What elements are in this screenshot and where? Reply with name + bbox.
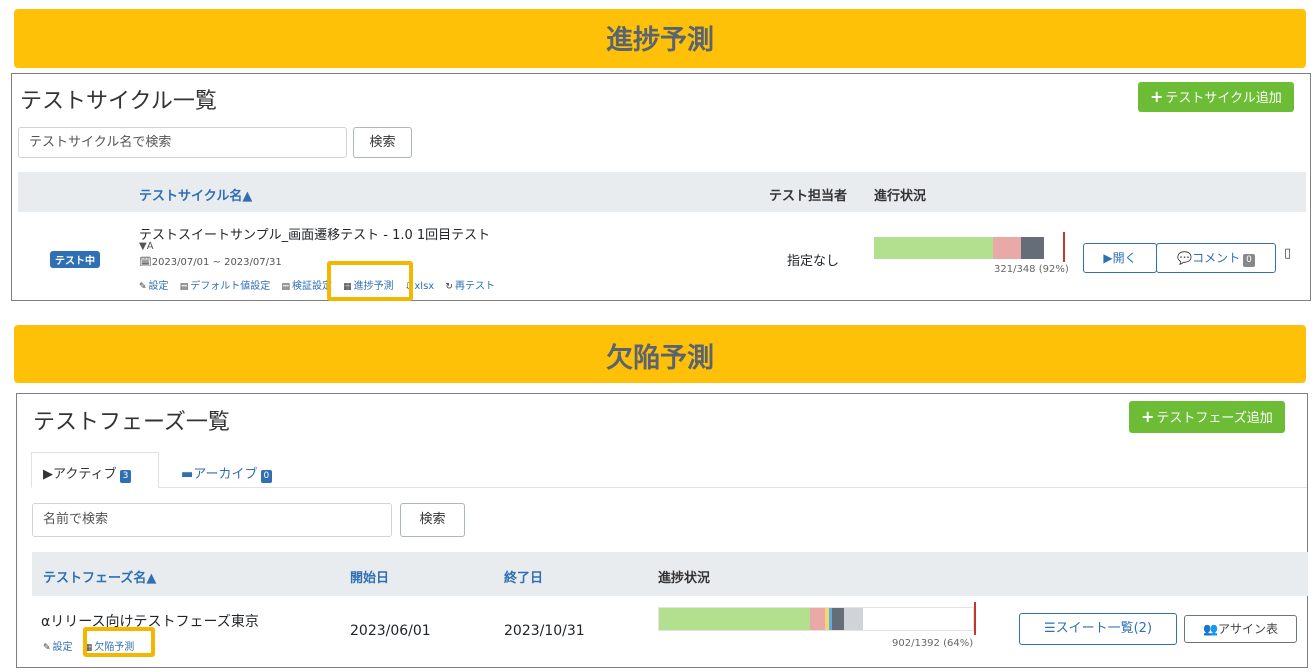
- play-icon: ▶: [43, 467, 53, 482]
- list-icon: ☰: [1043, 621, 1056, 636]
- tag: ▼A: [139, 241, 154, 252]
- page-title: テストフェーズ一覧: [33, 410, 230, 435]
- end-date: 2023/10/31: [504, 623, 585, 639]
- file-icon: ▤: [179, 282, 189, 292]
- plus-icon: +: [1141, 407, 1155, 426]
- retest-link[interactable]: 再テスト: [455, 281, 495, 292]
- xlsx-link[interactable]: xlsx: [414, 281, 434, 292]
- filter-icon: ▼: [139, 241, 147, 252]
- column-header-status: 進行状況: [874, 189, 927, 204]
- progress-deadline-marker: [974, 602, 976, 635]
- clipboard-icon[interactable]: ▯: [1284, 246, 1291, 261]
- tab-active[interactable]: ▶アクティブ 3: [43, 463, 132, 483]
- owner: 指定なし: [787, 254, 840, 269]
- progress-forecast-highlight: [327, 261, 413, 301]
- tab-divider: [31, 487, 1307, 488]
- progress-segment-blocked: [831, 608, 845, 630]
- redo-icon: ↻: [445, 282, 453, 292]
- progress-deadline-marker: [1063, 232, 1065, 262]
- test-phase-panel: テストフェーズ一覧 + テストフェーズ追加 ▶アクティブ 3 ▬アーカイブ 0 名前で…: [16, 393, 1308, 668]
- default-settings-link[interactable]: デフォルト値設定: [190, 281, 270, 292]
- column-header-cycle-name[interactable]: テストサイクル名▲: [139, 185, 252, 204]
- progress-forecast-banner: 進捗予測: [14, 9, 1306, 68]
- progress-label: 902/1392 (64%): [892, 638, 974, 649]
- add-test-cycle-button[interactable]: + テストサイクル追加: [1138, 82, 1294, 112]
- settings-link[interactable]: 設定: [53, 642, 73, 653]
- comment-icon: 💬: [1177, 251, 1193, 265]
- open-button[interactable]: ▶開く: [1083, 243, 1157, 273]
- column-header-phase-name[interactable]: テストフェーズ名▲: [43, 567, 156, 586]
- column-header-progress: 進捗状況: [658, 571, 711, 586]
- page-title: テストサイクル一覧: [20, 89, 217, 114]
- pencil-icon: ✎: [43, 643, 51, 653]
- active-count: 3: [119, 470, 132, 483]
- archive-icon: ▬: [181, 467, 194, 482]
- plus-icon: +: [1150, 87, 1164, 106]
- progress-segment-blocked: [1021, 237, 1045, 259]
- column-header-owner: テスト担当者: [769, 189, 848, 204]
- progress-segment-fail: [809, 608, 826, 630]
- verification-settings-link[interactable]: 検証設定: [292, 281, 332, 292]
- pencil-icon: ✎: [139, 282, 147, 292]
- test-cycle-panel: テストサイクル一覧 + テストサイクル追加 テストサイクル名で検索 検索 テストサ…: [11, 73, 1311, 301]
- cycle-actions: ✎ 設定 ▤ デフォルト値設定 ▤ 検証設定 ▦ 進捗予測 ⇩ xlsx ↻ 再テスト: [139, 277, 503, 292]
- progress-bar: [658, 607, 974, 631]
- defect-forecast-highlight: [83, 627, 155, 657]
- defect-forecast-banner: 欠陥予測: [14, 325, 1306, 383]
- status-badge: テスト中: [50, 251, 100, 268]
- play-icon: ▶: [1103, 251, 1113, 265]
- calendar-icon: 🗓: [139, 257, 152, 268]
- settings-link[interactable]: 設定: [149, 281, 169, 292]
- comment-button[interactable]: 💬コメント 0: [1156, 243, 1276, 273]
- search-input[interactable]: 名前で検索: [32, 503, 392, 537]
- search-button[interactable]: 検索: [400, 503, 465, 537]
- progress-segment-pass: [659, 608, 810, 630]
- search-button[interactable]: 検索: [353, 127, 412, 158]
- search-input[interactable]: テストサイクル名で検索: [18, 127, 347, 158]
- suite-list-button[interactable]: ☰スイート一覧(2): [1019, 613, 1177, 645]
- column-header-start-date[interactable]: 開始日: [350, 567, 389, 586]
- column-header-end-date[interactable]: 終了日: [504, 567, 543, 586]
- file-icon: ▤: [281, 282, 290, 292]
- add-test-phase-button[interactable]: + テストフェーズ追加: [1129, 401, 1285, 433]
- progress-label: 321/348 (92%): [994, 264, 1069, 275]
- progress-segment-skipped: [844, 608, 864, 630]
- progress-segment-pass: [874, 237, 993, 259]
- progress-segment-fail: [992, 237, 1022, 259]
- assignment-table-button[interactable]: 👥アサイン表: [1184, 615, 1297, 643]
- cycle-name: テストスイートサンプル_画面遷移テスト - 1.0 1回目テスト: [139, 228, 491, 243]
- progress-bar: [874, 237, 1064, 259]
- comment-count: 0: [1243, 254, 1255, 267]
- cycle-period: 🗓2023/07/01 ~ 2023/07/31: [139, 257, 282, 268]
- archive-count: 0: [260, 470, 273, 483]
- users-icon: 👥: [1203, 622, 1218, 636]
- tab-archive[interactable]: ▬アーカイブ 0: [181, 463, 273, 483]
- start-date: 2023/06/01: [350, 623, 431, 639]
